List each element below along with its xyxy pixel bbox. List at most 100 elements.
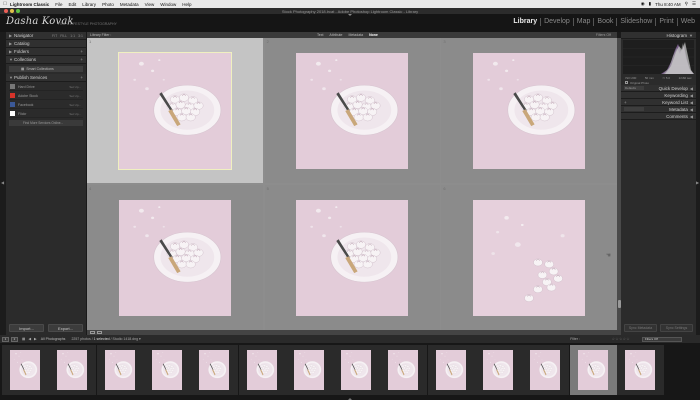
zoom-fit[interactable]: FIT — [52, 34, 57, 38]
filmstrip-thumb[interactable] — [285, 345, 333, 395]
keyword-list-header[interactable]: + Keyword List ◀ — [621, 99, 696, 106]
apple-icon[interactable]:  — [0, 1, 10, 7]
secondary-window-button[interactable]: 2 — [11, 336, 18, 342]
module-map[interactable]: Map — [572, 18, 594, 26]
filmstrip-source[interactable]: All Photographs — [41, 337, 66, 341]
module-develop[interactable]: Develop — [540, 18, 573, 26]
metadata-header[interactable]: Metadata ◀ — [621, 106, 696, 113]
rating-filter[interactable]: ☆☆☆☆☆ — [612, 337, 630, 341]
photo-thumbnail[interactable] — [296, 199, 409, 316]
filmstrip-thumb[interactable] — [427, 345, 475, 395]
collections-header[interactable]: ▼ Collections + — [6, 56, 86, 64]
menu-window[interactable]: Window — [160, 2, 176, 7]
keywording-header[interactable]: Keywording ◀ — [621, 92, 696, 99]
search-icon[interactable]: ⚲ — [685, 1, 688, 7]
battery-icon[interactable]: ▮ — [649, 1, 651, 7]
metadata-preset-select[interactable] — [624, 107, 644, 111]
filmstrip-thumb[interactable] — [333, 345, 381, 395]
add-service-icon[interactable]: + — [80, 75, 86, 80]
service-flickr[interactable]: Flickr Set Up... — [9, 110, 83, 118]
service-setup-button[interactable]: Set Up... — [69, 85, 83, 89]
forward-arrow-icon[interactable]: ▶ — [34, 337, 37, 341]
filmstrip-thumb[interactable] — [380, 345, 428, 395]
photo-thumbnail[interactable] — [473, 52, 586, 169]
wifi-icon[interactable]: ◉ — [641, 1, 645, 7]
menu-metadata[interactable]: Metadata — [120, 2, 139, 7]
module-book[interactable]: Book — [593, 18, 616, 26]
folders-header[interactable]: ▶ Folders + — [6, 48, 86, 56]
module-slideshow[interactable]: Slideshow — [616, 18, 655, 26]
collapse-top-panel-icon[interactable] — [348, 14, 352, 16]
navigator-header[interactable]: ▶ Navigator FIT FILL 1:1 3:1 — [6, 32, 86, 40]
filmstrip-thumb[interactable] — [475, 345, 522, 395]
photo-thumbnail[interactable] — [296, 52, 409, 169]
filter-tab-metadata[interactable]: Metadata — [348, 33, 363, 37]
original-photo-checkbox[interactable] — [625, 81, 628, 84]
grid-small-icon[interactable]: ▦ — [22, 337, 25, 341]
module-web[interactable]: Web — [676, 18, 698, 26]
module-print[interactable]: Print — [655, 18, 676, 26]
photo-thumbnail[interactable] — [473, 199, 586, 316]
filmstrip-thumb[interactable] — [49, 345, 97, 395]
quick-develop-header[interactable]: Defaults Quick Develop ◀ — [621, 85, 696, 92]
menu-library[interactable]: Library — [82, 2, 96, 7]
module-library[interactable]: Library — [510, 18, 540, 26]
filmstrip-thumb[interactable] — [522, 345, 570, 395]
service-adobe-stock[interactable]: Adobe Stock Set Up... — [9, 92, 83, 100]
preset-select[interactable]: Defaults — [624, 86, 644, 90]
histogram-header[interactable]: Histogram ▼ — [621, 32, 696, 39]
add-folder-icon[interactable]: + — [80, 49, 86, 54]
photo-thumbnail[interactable] — [117, 51, 232, 170]
collapse-right-icon[interactable]: ▶ — [696, 180, 699, 185]
photo-thumbnail[interactable] — [118, 199, 231, 316]
close-icon[interactable] — [4, 9, 8, 13]
add-collection-icon[interactable]: + — [80, 57, 86, 62]
publish-services-header[interactable]: ▼ Publish Services + — [6, 74, 86, 82]
find-more-services[interactable]: Find More Services Online... — [9, 120, 83, 126]
add-keyword-icon[interactable]: + — [624, 100, 627, 105]
smart-collections-item[interactable]: ▦ Smart Collections — [9, 66, 83, 72]
filter-tab-none[interactable]: None — [369, 33, 378, 37]
sync-metadata-button[interactable]: Sync Metadata — [624, 324, 657, 332]
back-arrow-icon[interactable]: ◀ — [28, 337, 31, 341]
grid-cell[interactable]: 1 — [87, 38, 263, 183]
grid-cell[interactable]: 5 — [264, 185, 441, 330]
loupe-view-icon[interactable] — [97, 331, 102, 334]
zoom-fill[interactable]: FILL — [60, 34, 67, 38]
menu-edit[interactable]: Edit — [69, 2, 77, 7]
zoom-3-1[interactable]: 3:1 — [78, 34, 83, 38]
filmstrip-filter-select[interactable]: Filters Off — [642, 336, 682, 342]
zoom-icon[interactable] — [16, 9, 20, 13]
import-button[interactable]: Import... — [9, 324, 44, 332]
minimize-icon[interactable] — [10, 9, 14, 13]
export-button[interactable]: Export... — [48, 324, 83, 332]
filmstrip-thumb[interactable] — [143, 345, 191, 395]
menu-photo[interactable]: Photo — [102, 2, 114, 7]
service-setup-button[interactable]: Set Up... — [69, 112, 83, 116]
zoom-1-1[interactable]: 1:1 — [70, 34, 75, 38]
filmstrip-thumb[interactable] — [616, 345, 664, 395]
filmstrip-thumb[interactable] — [191, 345, 239, 395]
grid-cell[interactable]: 3 — [441, 38, 617, 183]
comments-header[interactable]: Comments ◀ — [621, 113, 696, 120]
service-setup-button[interactable]: Set Up... — [69, 103, 83, 107]
collapse-left-icon[interactable]: ◀ — [1, 180, 4, 185]
filter-tab-attribute[interactable]: Attribute — [329, 33, 342, 37]
filmstrip-thumb[interactable] — [2, 345, 49, 395]
grid-view-icon[interactable] — [90, 331, 95, 334]
menu-file[interactable]: File — [55, 2, 62, 7]
clock[interactable]: Thu 8:40 AM — [655, 2, 681, 7]
filter-tab-text[interactable]: Text — [317, 33, 323, 37]
filter-preset[interactable]: Filters Off — [596, 33, 611, 37]
service-hard-drive[interactable]: Hard Drive Set Up... — [9, 83, 83, 91]
right-panel-edge[interactable]: ▶ — [696, 32, 700, 335]
grid-cell[interactable]: 4 — [87, 185, 263, 330]
app-menu[interactable]: Lightroom Classic — [10, 2, 49, 7]
filmstrip-thumb[interactable] — [238, 345, 286, 395]
filmstrip-thumb[interactable] — [96, 345, 144, 395]
sync-settings-button[interactable]: Sync Settings — [660, 324, 693, 332]
grid-cell[interactable]: 2 — [264, 38, 441, 183]
service-setup-button[interactable]: Set Up... — [69, 94, 83, 98]
menu-help[interactable]: Help — [182, 2, 191, 7]
grid-cell[interactable]: 6 ☚ — [441, 185, 617, 330]
